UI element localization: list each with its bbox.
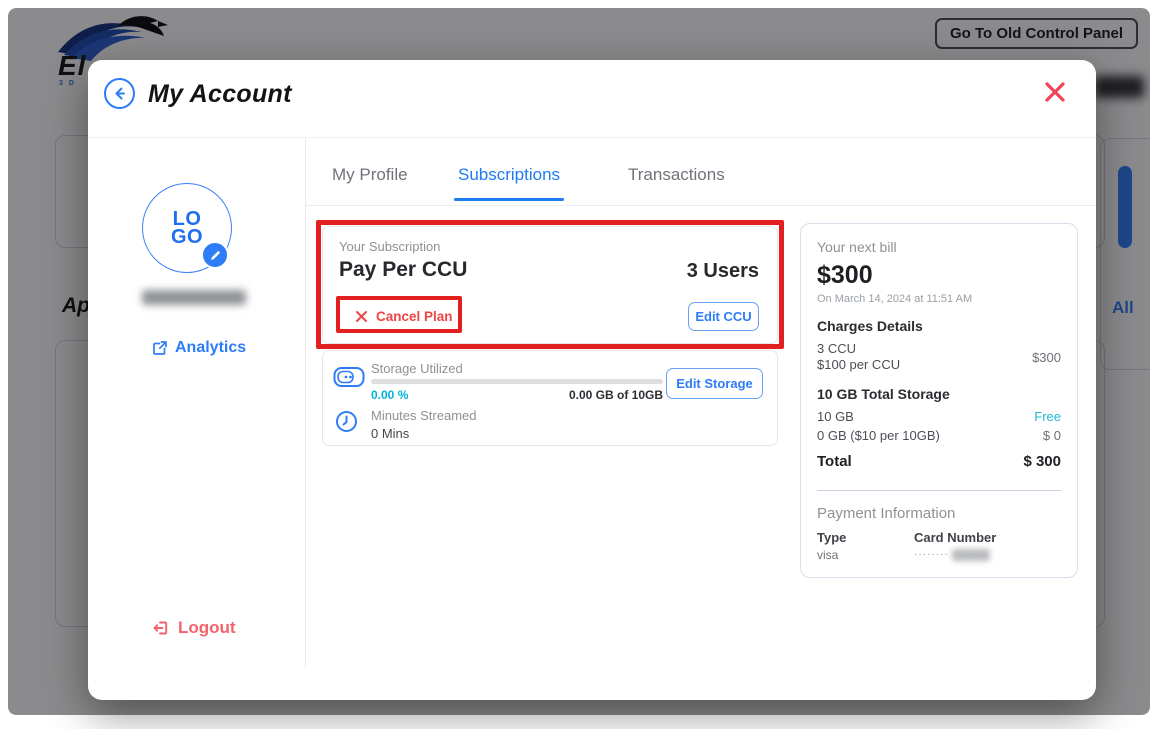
ccu-row-line2: $100 per CCU [817, 357, 900, 373]
bill-title: Your next bill [817, 239, 1061, 255]
storage-free-value: Free [1034, 409, 1061, 424]
storage-free-row: 10 GB Free [817, 409, 1061, 424]
edit-ccu-button[interactable]: Edit CCU [688, 302, 759, 331]
tabs-divider [305, 205, 1096, 206]
payment-type-value: visa [817, 548, 914, 562]
storage-label: Storage Utilized [371, 361, 463, 376]
ccu-row-line1: 3 CCU [817, 341, 900, 357]
cancel-plan-label: Cancel Plan [376, 309, 453, 324]
cancel-plan-button[interactable]: Cancel Plan [355, 309, 453, 324]
logout-label: Logout [178, 618, 236, 638]
username-redacted [142, 290, 246, 305]
sidebar-divider [305, 138, 306, 668]
total-row: Total $ 300 [817, 453, 1061, 470]
payment-card-header: Card Number [914, 530, 1061, 545]
analytics-label: Analytics [175, 339, 246, 357]
modal-title: My Account [148, 80, 292, 109]
total-label: Total [817, 453, 852, 470]
bill-date: On March 14, 2024 at 11:51 AM [817, 293, 1061, 305]
screen: El 3 D Go To Old Control Panel Ap All My… [0, 0, 1158, 729]
logout-icon [152, 619, 170, 637]
back-arrow-icon [111, 85, 128, 102]
storage-charges-heading: 10 GB Total Storage [817, 386, 1061, 402]
close-button[interactable] [1041, 79, 1069, 107]
card-number-masked: ········ [914, 549, 949, 560]
tab-my-profile[interactable]: My Profile [332, 165, 408, 185]
minutes-streamed-value: 0 Mins [371, 426, 409, 441]
ccu-row-value: $300 [1032, 350, 1061, 365]
card-number-redacted [952, 549, 990, 561]
my-account-modal: My Account LO GO Analytics [88, 60, 1096, 700]
storage-usage: 0.00 GB of 10GB [523, 388, 663, 402]
logout-button[interactable]: Logout [152, 618, 236, 638]
edit-storage-button[interactable]: Edit Storage [666, 368, 763, 399]
pencil-icon [209, 249, 222, 262]
payment-card-value: ········ [914, 548, 1061, 562]
ccu-charge-row: 3 CCU $100 per CCU $300 [817, 341, 1061, 374]
storage-progress-bar [371, 379, 663, 384]
charges-heading: Charges Details [817, 318, 1061, 334]
total-value: $ 300 [1023, 453, 1061, 470]
payment-info: Type Card Number visa ········ [817, 530, 1061, 562]
edit-avatar-button[interactable] [201, 241, 229, 269]
minutes-streamed-label: Minutes Streamed [371, 408, 477, 423]
tab-transactions[interactable]: Transactions [628, 165, 725, 185]
tab-subscriptions[interactable]: Subscriptions [458, 165, 560, 185]
header-divider [88, 137, 1096, 138]
storage-card: Storage Utilized 0.00 % 0.00 GB of 10GB … [322, 350, 778, 446]
next-bill-card: Your next bill $300 On March 14, 2024 at… [800, 223, 1078, 578]
clock-icon [335, 410, 358, 433]
storage-drive-icon [333, 366, 365, 388]
users-count: 3 Users [687, 260, 759, 283]
plan-name: Pay Per CCU [339, 258, 467, 282]
subscription-card: Your Subscription Pay Per CCU 3 Users Ca… [322, 226, 778, 344]
external-link-icon [152, 340, 168, 356]
storage-paid-row: 0 GB ($10 per 10GB) $ 0 [817, 428, 1061, 443]
storage-paid-value: $ 0 [1043, 428, 1061, 443]
storage-percent: 0.00 % [371, 388, 408, 402]
bill-divider [817, 490, 1061, 491]
active-tab-underline [454, 198, 564, 201]
bill-amount: $300 [817, 261, 1061, 290]
close-icon [1043, 80, 1067, 104]
cancel-x-icon [355, 310, 368, 323]
payment-type-header: Type [817, 530, 914, 545]
analytics-link[interactable]: Analytics [152, 339, 246, 357]
subscription-label: Your Subscription [339, 239, 440, 254]
payment-heading: Payment Information [817, 505, 1061, 522]
back-button[interactable] [104, 78, 135, 109]
